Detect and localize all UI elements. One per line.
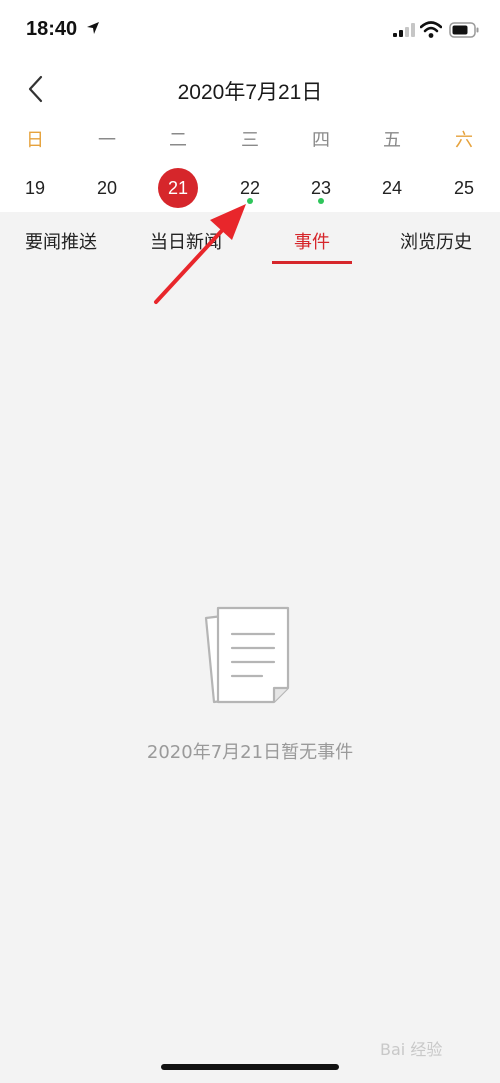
empty-state-message: 2020年7月21日暂无事件 bbox=[146, 742, 354, 763]
location-arrow-icon bbox=[87, 22, 99, 34]
weekday-label: 六 bbox=[455, 130, 473, 151]
page-title: 2020年7月21日 bbox=[177, 81, 323, 104]
weekday-label: 一 bbox=[98, 130, 116, 151]
weekday-label: 日 bbox=[26, 130, 44, 151]
event-dot-indicator bbox=[247, 198, 253, 204]
weekday-header-row: 日 一 二 三 四 五 六 bbox=[0, 126, 500, 158]
event-dot-indicator bbox=[318, 198, 324, 204]
tab-headline-push[interactable]: 要闻推送 bbox=[25, 228, 97, 254]
watermark-logo: Bai 经验 bbox=[380, 1040, 443, 1059]
weekday-label: 四 bbox=[312, 130, 330, 151]
calendar-day[interactable]: 24 bbox=[372, 168, 412, 208]
battery-icon bbox=[449, 22, 479, 38]
calendar-day[interactable]: 19 bbox=[15, 168, 55, 208]
tab-browse-history[interactable]: 浏览历史 bbox=[400, 228, 472, 254]
navigation-bar: 2020年7月21日 bbox=[0, 60, 500, 118]
home-indicator bbox=[161, 1064, 339, 1070]
header-panel: 18:40 2020年7月21日 日 一 二 三 四 五 六 19 20 21 … bbox=[0, 0, 500, 212]
weekday-label: 二 bbox=[169, 130, 187, 151]
status-bar: 18:40 bbox=[0, 0, 500, 60]
calendar-day-selected[interactable]: 21 bbox=[158, 168, 198, 208]
tab-daily-news[interactable]: 当日新闻 bbox=[150, 228, 222, 254]
cellular-signal-icon bbox=[393, 23, 415, 37]
weekday-label: 三 bbox=[241, 130, 259, 151]
active-tab-indicator bbox=[272, 261, 352, 264]
tab-bar: 要闻推送 当日新闻 事件 浏览历史 bbox=[0, 212, 500, 268]
document-icon bbox=[204, 606, 290, 704]
calendar-day[interactable]: 25 bbox=[444, 168, 484, 208]
tab-events[interactable]: 事件 bbox=[294, 228, 330, 254]
calendar-days-row: 19 20 21 22 23 24 25 bbox=[0, 168, 500, 210]
weekday-label: 五 bbox=[383, 130, 401, 151]
status-time: 18:40 bbox=[26, 18, 78, 40]
calendar-day[interactable]: 20 bbox=[87, 168, 127, 208]
wifi-icon bbox=[420, 21, 442, 38]
